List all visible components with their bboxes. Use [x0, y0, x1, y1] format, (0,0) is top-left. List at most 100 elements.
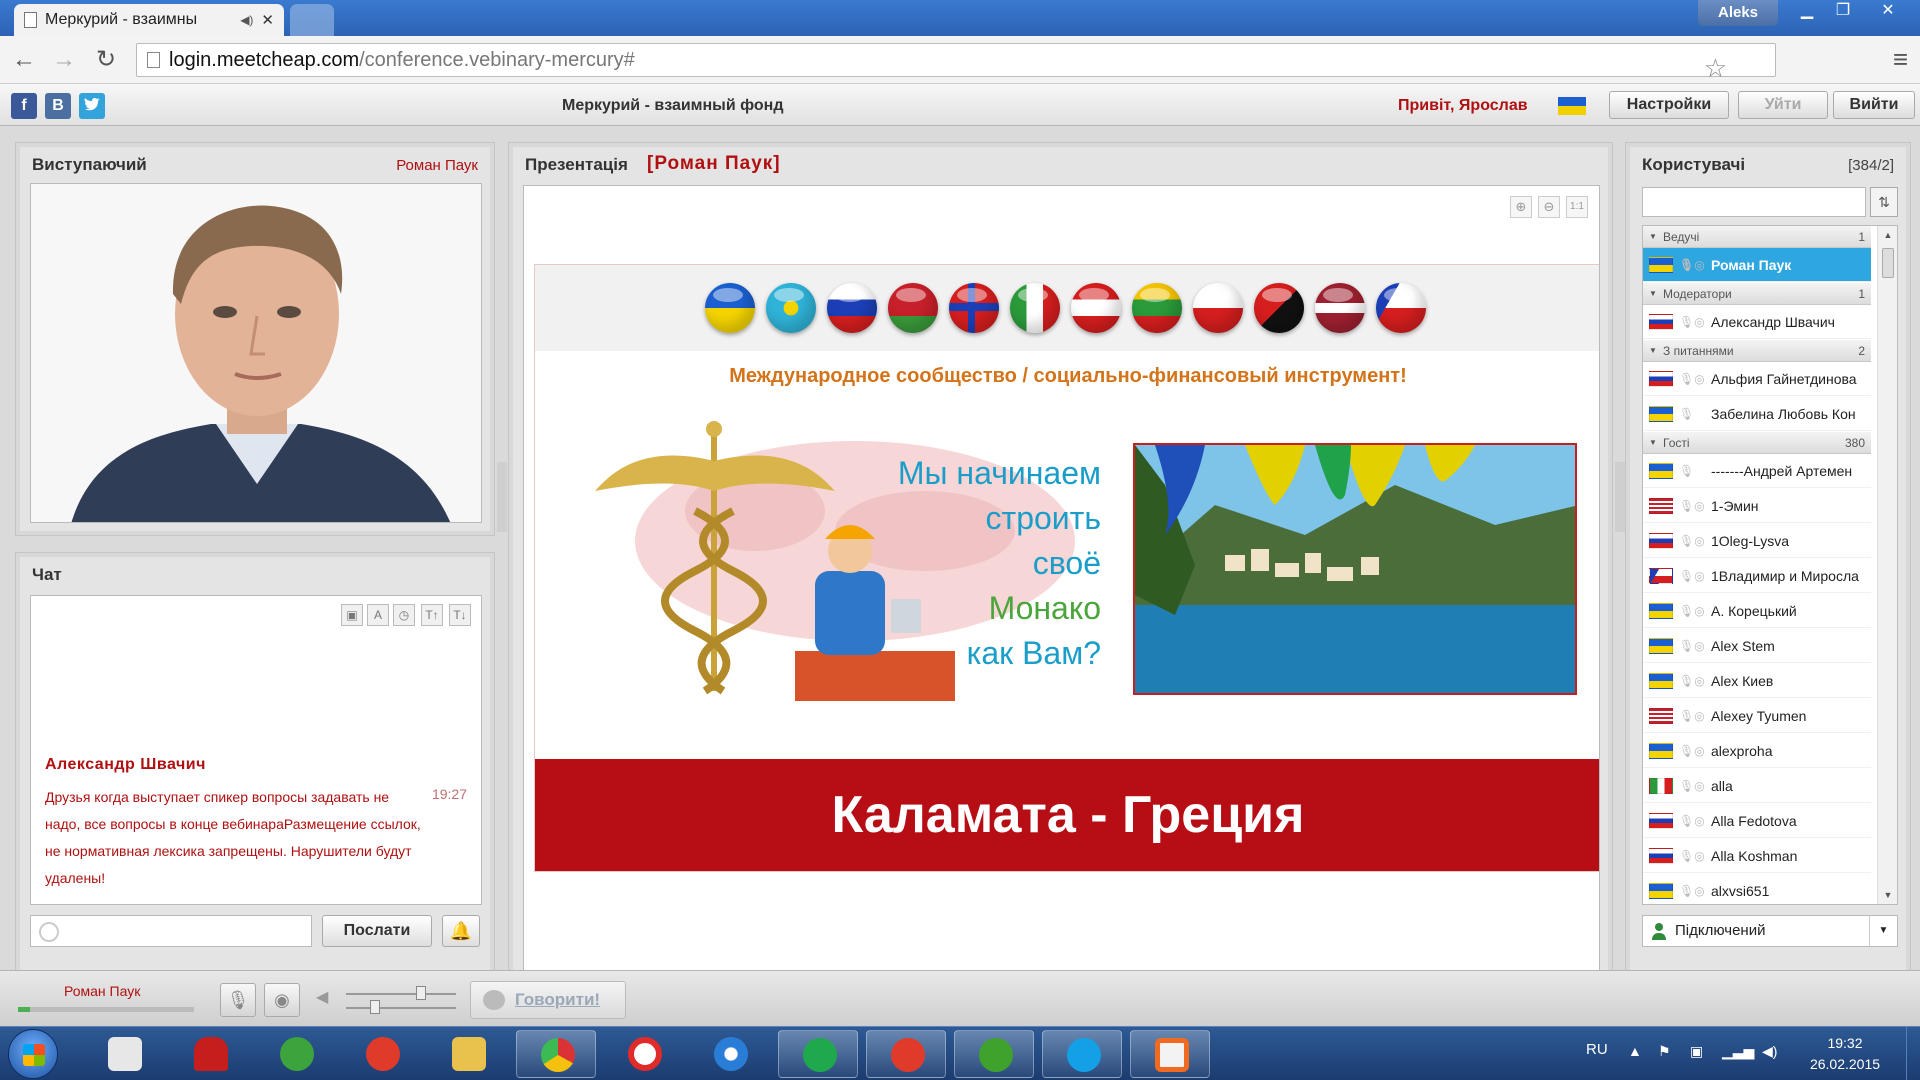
- user-row[interactable]: 🎙◎ Альфия Гайнетдинова: [1643, 362, 1871, 396]
- font-increase-icon[interactable]: T↑: [421, 604, 443, 626]
- user-row[interactable]: 🎙◎ 1-Эмин: [1643, 489, 1871, 523]
- scroll-down-icon[interactable]: ▼: [1878, 886, 1897, 904]
- profile-badge[interactable]: Aleks: [1698, 0, 1778, 26]
- taskbar-explorer[interactable]: [428, 1030, 508, 1078]
- user-search-input[interactable]: [1642, 187, 1866, 217]
- taskbar-yandex[interactable]: [604, 1030, 684, 1078]
- left-splitter-handle[interactable]: [497, 462, 507, 532]
- twitter-icon[interactable]: [79, 93, 105, 119]
- bell-icon[interactable]: 🔔: [442, 915, 480, 947]
- send-button[interactable]: Послати: [322, 915, 432, 947]
- leave-button[interactable]: Уйти: [1738, 91, 1828, 119]
- group-guests[interactable]: Гості380: [1643, 432, 1871, 454]
- taskbar-ie[interactable]: [690, 1030, 770, 1078]
- mic-volume-slider[interactable]: [346, 1000, 456, 1014]
- right-splitter-handle[interactable]: [1615, 462, 1625, 532]
- group-hosts[interactable]: Ведучі1: [1643, 226, 1871, 248]
- chat-input[interactable]: [30, 915, 312, 947]
- user-row[interactable]: 🎙◎ Роман Паук: [1643, 248, 1871, 282]
- user-row[interactable]: 🎙◎ alxvsi651: [1643, 874, 1871, 904]
- talk-button[interactable]: Говорити!: [470, 981, 626, 1019]
- user-row[interactable]: 🎙 -------Андрей Артемен: [1643, 454, 1871, 488]
- font-decrease-icon[interactable]: T↓: [449, 604, 471, 626]
- folder-icon: [452, 1037, 486, 1071]
- user-list-scrollbar[interactable]: ▲ ▼: [1877, 226, 1897, 904]
- norway-flag-icon: [949, 283, 999, 333]
- user-row[interactable]: 🎙◎ Alexey Tyumen: [1643, 699, 1871, 733]
- user-row[interactable]: 🎙◎ Alla Fedotova: [1643, 804, 1871, 838]
- settings-button[interactable]: Настройки: [1609, 91, 1729, 119]
- zoom-reset-button[interactable]: 1:1: [1566, 196, 1588, 218]
- taskbar-calculator[interactable]: [84, 1030, 164, 1078]
- latvia-flag-icon: [1071, 283, 1121, 333]
- clock[interactable]: 19:32 26.02.2015: [1800, 1033, 1890, 1075]
- group-moderators[interactable]: Модератори1: [1643, 283, 1871, 305]
- keyboard-language[interactable]: RU: [1586, 1041, 1608, 1058]
- taskbar-chrome[interactable]: [516, 1030, 596, 1078]
- sort-icon[interactable]: ⇅: [1870, 187, 1898, 217]
- menu-icon[interactable]: ≡: [1893, 44, 1908, 75]
- reload-icon[interactable]: ↻: [90, 44, 122, 76]
- workspace: Виступаючий Роман Паук Чат ▣ A ◷ T↑ T↓ А…: [0, 126, 1920, 1074]
- slider-knob[interactable]: [370, 1000, 380, 1014]
- microphone-icon[interactable]: 🎙: [220, 983, 256, 1017]
- scroll-thumb[interactable]: [1882, 248, 1894, 278]
- windows-start-button[interactable]: [8, 1029, 58, 1079]
- action-center-flag-icon[interactable]: ⚑: [1658, 1043, 1671, 1060]
- text-color-icon[interactable]: A: [367, 604, 389, 626]
- slider-knob[interactable]: [416, 986, 426, 1000]
- forward-arrow-icon[interactable]: →: [48, 44, 80, 76]
- user-row[interactable]: 🎙◎ alexproha: [1643, 734, 1871, 768]
- taskbar-mail-ru-2[interactable]: [866, 1030, 946, 1078]
- calculator-icon: [108, 1037, 142, 1071]
- tray-app-icon[interactable]: ▣: [1690, 1043, 1703, 1060]
- user-row[interactable]: 🎙◎ 1Владимир и Миросла: [1643, 559, 1871, 593]
- minimize-icon[interactable]: ▁: [1788, 0, 1826, 24]
- user-row[interactable]: 🎙◎ Alex Киев: [1643, 664, 1871, 698]
- vkontakte-icon[interactable]: B: [45, 93, 71, 119]
- volume-icon[interactable]: ◀): [1762, 1043, 1777, 1060]
- user-row[interactable]: 🎙◎ alla: [1643, 769, 1871, 803]
- taskbar-app-red[interactable]: [170, 1030, 250, 1078]
- new-tab-button[interactable]: [290, 4, 334, 36]
- back-arrow-icon[interactable]: ←: [8, 44, 40, 76]
- speaker-name: Роман Паук: [396, 157, 478, 174]
- restore-icon[interactable]: ❐: [1826, 0, 1860, 24]
- user-row[interactable]: 🎙◎ Alla Koshman: [1643, 839, 1871, 873]
- facebook-icon[interactable]: f: [11, 93, 37, 119]
- group-with-questions[interactable]: З питаннями2: [1643, 340, 1871, 362]
- belarus-flag-icon: [888, 283, 938, 333]
- user-row[interactable]: 🎙◎ Александр Швачич: [1643, 305, 1871, 339]
- ukraine-flag-icon[interactable]: [1558, 97, 1586, 115]
- taskbar-skype[interactable]: [1042, 1030, 1122, 1078]
- clock-icon[interactable]: ◷: [393, 604, 415, 626]
- user-row[interactable]: 🎙◎ А. Корецький: [1643, 594, 1871, 628]
- close-icon[interactable]: ✕: [1864, 0, 1912, 24]
- exit-button[interactable]: Вийти: [1833, 91, 1915, 119]
- webcam-icon[interactable]: ◉: [264, 983, 300, 1017]
- user-row[interactable]: 🎙 Забелина Любовь Кон: [1643, 397, 1871, 431]
- user-row[interactable]: 🎙◎ Alex Stem: [1643, 629, 1871, 663]
- url-input[interactable]: login.meetcheap.com/conference.vebinary-…: [136, 43, 1776, 83]
- taskbar-utorrent[interactable]: [954, 1030, 1034, 1078]
- status-select[interactable]: Підключений ▼: [1642, 915, 1898, 947]
- tray-expand-icon[interactable]: ▲: [1628, 1043, 1642, 1059]
- bookmark-star-icon[interactable]: ☆: [1704, 52, 1727, 84]
- network-signal-icon[interactable]: ▁▃▅: [1722, 1043, 1754, 1060]
- chevron-down-icon[interactable]: ▼: [1869, 916, 1897, 946]
- page-icon: [24, 12, 37, 28]
- taskbar-app-green[interactable]: [256, 1030, 336, 1078]
- scroll-up-icon[interactable]: ▲: [1878, 226, 1897, 244]
- tab-close-icon[interactable]: ✕: [261, 11, 274, 29]
- zoom-out-icon[interactable]: ⊖: [1538, 196, 1560, 218]
- zoom-in-icon[interactable]: ⊕: [1510, 196, 1532, 218]
- taskbar-mail-ru[interactable]: [342, 1030, 422, 1078]
- image-icon[interactable]: ▣: [341, 604, 363, 626]
- user-row[interactable]: 🎙◎ 1Oleg-Lysva: [1643, 524, 1871, 558]
- speaker-volume-slider[interactable]: [346, 986, 456, 1000]
- show-desktop-button[interactable]: [1906, 1027, 1920, 1080]
- taskbar-mail-agent[interactable]: [778, 1030, 858, 1078]
- taskbar-app-orange[interactable]: [1130, 1030, 1210, 1078]
- smile-icon[interactable]: [39, 922, 59, 942]
- browser-tab-active[interactable]: Меркурий - взаимны ◀) ✕: [14, 4, 284, 36]
